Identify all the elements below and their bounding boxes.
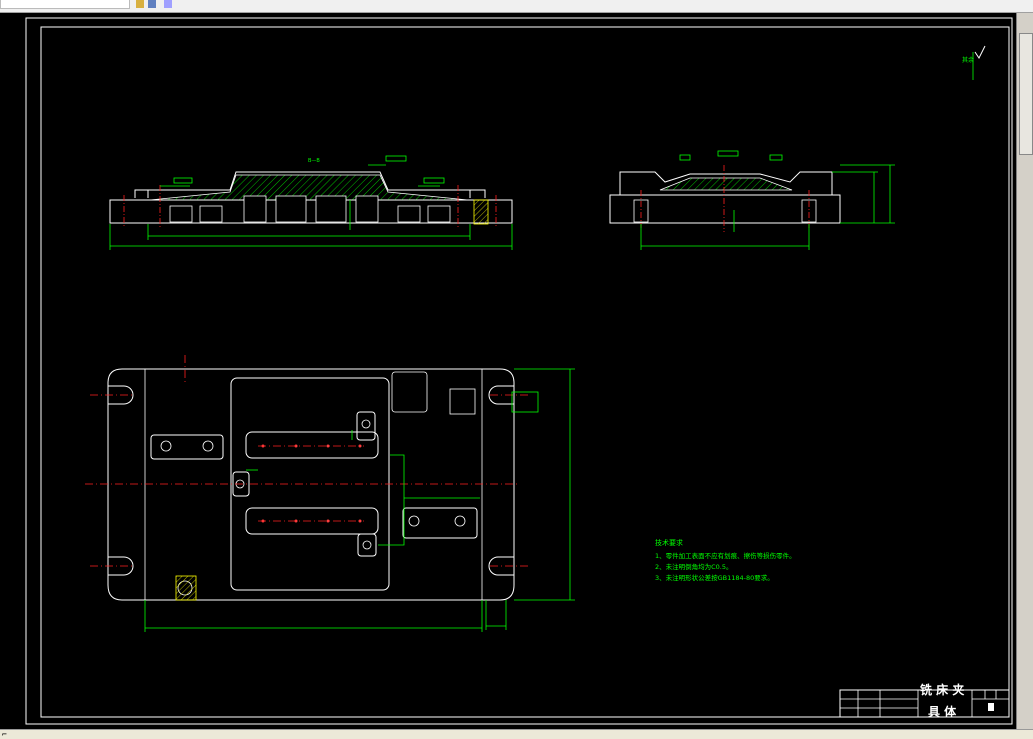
svg-text:其余: 其余 — [962, 56, 974, 64]
notes-title: 技术要求 — [655, 538, 683, 547]
cad-drawing: 其余 B—B 技术要求 1、零件加工表面不应有划痕、擦伤等损伤零件。 2、未注明… — [25, 17, 1013, 725]
top-toolbar — [0, 0, 1033, 13]
tool-icon[interactable] — [148, 0, 156, 8]
title-name-line1: 铣 床 夹 — [920, 682, 964, 697]
top-view — [85, 355, 575, 632]
roughness-mark: 其余 — [962, 45, 986, 80]
vertical-scrollbar[interactable] — [1016, 13, 1033, 729]
note-line: 3、未注明形状公差按GB1184-80要求。 — [655, 573, 774, 582]
note-line: 1、零件加工表面不应有划痕、擦伤等损伤零件。 — [655, 551, 796, 560]
outer-frame — [25, 17, 1013, 725]
tool-icon[interactable] — [136, 0, 144, 8]
title-name-line2: 具 体 — [928, 704, 957, 719]
toolbar-tab[interactable] — [0, 0, 130, 9]
tool-icon[interactable] — [164, 0, 172, 8]
title-block: 铣 床 夹 具 体 — [839, 682, 1010, 719]
drawing-viewport[interactable]: 其余 B—B 技术要求 1、零件加工表面不应有划痕、擦伤等损伤零件。 2、未注明… — [0, 13, 1016, 729]
front-view: B—B — [109, 155, 513, 250]
inner-frame — [40, 26, 1010, 718]
technical-notes: 技术要求 1、零件加工表面不应有划痕、擦伤等损伤零件。 2、未注明倒角均为C0.… — [655, 538, 796, 582]
scrollbar-thumb[interactable] — [1019, 33, 1033, 155]
svg-text:B—B: B—B — [308, 158, 320, 164]
note-line: 2、未注明倒角均为C0.5。 — [655, 562, 733, 571]
side-view — [609, 150, 895, 250]
